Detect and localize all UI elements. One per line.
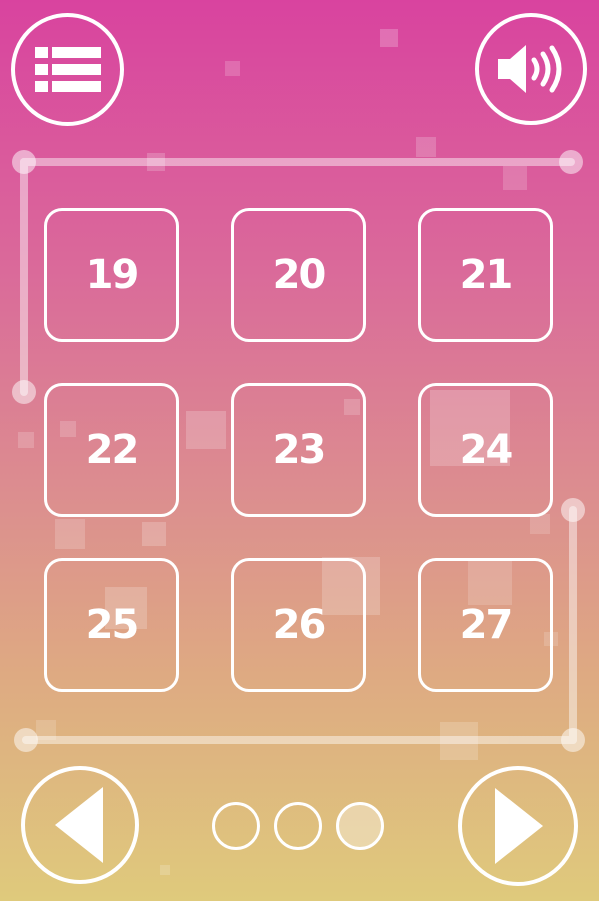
level-select-screen: 19 20 21 22 23 24 25 26 27 (0, 0, 599, 901)
prev-page-button[interactable] (21, 766, 139, 884)
level-button-19[interactable]: 19 (44, 208, 179, 342)
level-button-22[interactable]: 22 (44, 383, 179, 517)
level-button-27[interactable]: 27 (418, 558, 553, 692)
sound-button[interactable] (475, 13, 587, 125)
triangle-right-icon (495, 788, 543, 864)
page-dot-1[interactable] (212, 802, 260, 850)
speaker-icon (498, 45, 562, 93)
triangle-left-icon (55, 787, 103, 863)
level-button-21[interactable]: 21 (418, 208, 553, 342)
level-button-26[interactable]: 26 (231, 558, 366, 692)
menu-button[interactable] (11, 13, 124, 126)
level-button-20[interactable]: 20 (231, 208, 366, 342)
page-dot-2[interactable] (274, 802, 322, 850)
list-icon (34, 46, 101, 92)
level-button-24[interactable]: 24 (418, 383, 553, 517)
next-page-button[interactable] (458, 766, 578, 886)
level-button-23[interactable]: 23 (231, 383, 366, 517)
level-button-25[interactable]: 25 (44, 558, 179, 692)
page-dot-3[interactable] (336, 802, 384, 850)
